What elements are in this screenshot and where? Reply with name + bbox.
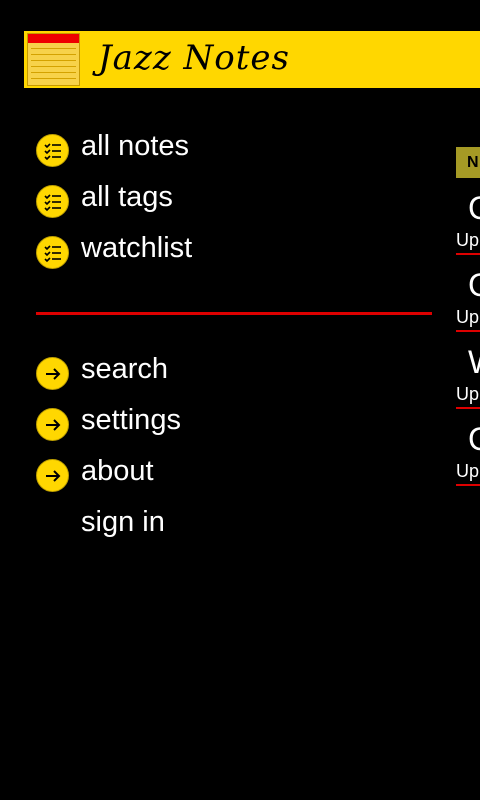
note-underline [456,407,480,409]
list-icon [36,134,69,167]
arrow-right-icon [36,357,69,390]
menu-item-label: about [81,455,154,487]
menu-item-label: watchlist [81,232,193,264]
note-subtitle: Up [456,461,480,481]
note-subtitle: Up [456,307,480,327]
note-subtitle: Up [456,230,480,250]
jazz-notes-logo-icon [27,33,80,86]
menu-item-settings[interactable]: settings [36,404,416,442]
logo-strip [28,34,79,43]
menu-item-about[interactable]: about [36,455,416,493]
arrow-right-icon [36,408,69,441]
app-title: Jazz Notes [98,38,290,78]
menu-item-label: search [81,353,169,385]
menu-item-label: sign in [81,506,165,538]
note-title: C [468,421,480,457]
menu-item-search[interactable]: search [36,353,416,391]
menu-item-watchlist[interactable]: watchlist [36,232,416,270]
app-header: Jazz Notes [24,31,480,88]
list-item[interactable]: W Up [456,344,480,423]
list-icon [36,185,69,218]
note-subtitle: Up [456,384,480,404]
list-icon [36,236,69,269]
list-item[interactable]: C Up [456,267,480,346]
list-item[interactable]: C Up [456,421,480,500]
menu-item-sign-in[interactable]: sign in [36,506,416,544]
panel-badge: N [456,147,480,178]
note-title: W [468,344,480,381]
notes-panel-peek[interactable]: N C Up C Up W Up C Up [456,147,480,507]
arrow-right-icon [36,459,69,492]
note-underline [456,484,480,486]
menu-item-label: settings [81,404,181,436]
menu-divider [36,312,432,315]
list-item[interactable]: C Up [456,190,480,269]
menu-item-label: all notes [81,130,190,162]
menu-item-label: all tags [81,181,173,213]
note-underline [456,330,480,332]
menu-item-all-notes[interactable]: all notes [36,130,416,168]
note-title: C [468,267,480,303]
note-underline [456,253,480,255]
note-title: C [468,190,480,226]
menu-item-all-tags[interactable]: all tags [36,181,416,219]
